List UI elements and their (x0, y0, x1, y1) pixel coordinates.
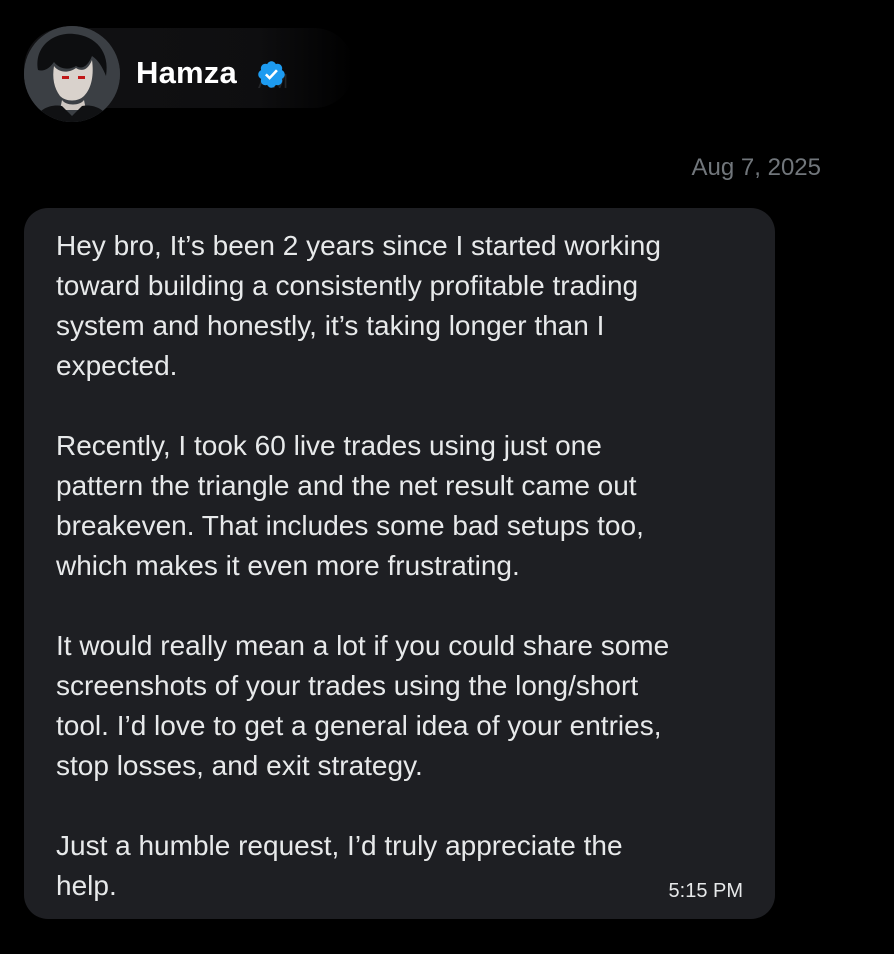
message-paragraph: Hey bro, It’s been 2 years since I start… (56, 226, 746, 386)
message-line: screenshots of your trades using the lon… (56, 670, 639, 701)
message-line: help. (56, 870, 117, 901)
message-paragraph: It would really mean a lot if you could … (56, 626, 746, 786)
message-paragraph: Recently, I took 60 live trades using ju… (56, 426, 746, 586)
contact-name[interactable]: Hamza (136, 53, 237, 93)
verified-badge-icon (258, 61, 285, 88)
message-text: Hey bro, It’s been 2 years since I start… (56, 226, 746, 906)
message-line: stop losses, and exit strategy. (56, 750, 423, 781)
message-bubble[interactable]: Hey bro, It’s been 2 years since I start… (24, 208, 775, 919)
message-line: Hey bro, It’s been 2 years since I start… (56, 230, 661, 261)
message-timestamp: 5:15 PM (668, 880, 743, 902)
message-line: tool. I’d love to get a general idea of … (56, 710, 662, 741)
message-line: Recently, I took 60 live trades using ju… (56, 430, 602, 461)
message-line: expected. (56, 350, 178, 381)
avatar-image (24, 26, 120, 122)
message-paragraph: Just a humble request, I’d truly appreci… (56, 826, 746, 906)
message-line: It would really mean a lot if you could … (56, 630, 670, 661)
avatar[interactable] (24, 26, 120, 122)
message-line: toward building a consistently profitabl… (56, 270, 639, 301)
date-separator: Aug 7, 2025 (691, 154, 821, 181)
message-line: pattern the triangle and the net result … (56, 470, 637, 501)
message-line: breakeven. That includes some bad setups… (56, 510, 644, 541)
message-line: Just a humble request, I’d truly appreci… (56, 830, 623, 861)
message-line: system and honestly, it’s taking longer … (56, 310, 605, 341)
message-line: which makes it even more frustrating. (56, 550, 520, 581)
